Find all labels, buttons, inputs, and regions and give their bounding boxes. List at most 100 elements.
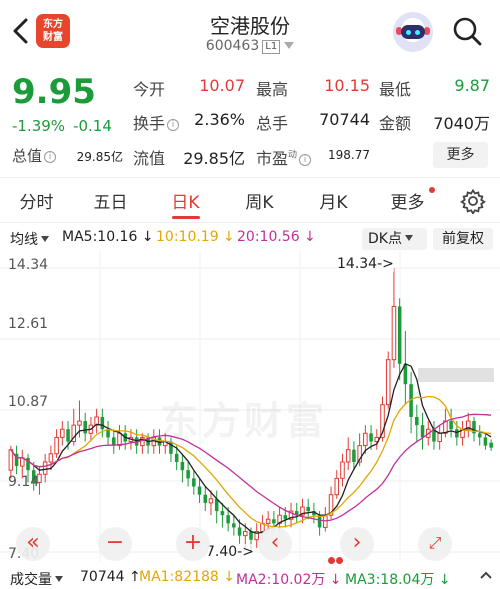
y-tick-4: 9.14: [8, 474, 40, 490]
pe-value: 198.77: [328, 148, 370, 162]
candle: [232, 515, 236, 536]
search-icon[interactable]: [450, 14, 484, 48]
turnover-label-text: 换手: [133, 114, 166, 133]
candle: [323, 506, 328, 532]
notification-dot: [429, 187, 435, 193]
expand-icon[interactable]: [478, 568, 494, 588]
candle: [432, 421, 436, 450]
change-amount: -0.14: [73, 117, 112, 135]
ma10-value: 10:10.19 ↓: [156, 229, 235, 245]
scroll-right-button[interactable]: ›: [340, 527, 374, 561]
candle: [100, 408, 105, 438]
dk-point-selector[interactable]: DK点: [362, 228, 427, 250]
candle: [180, 453, 185, 483]
candle: [94, 408, 99, 434]
price-marker-band: [418, 368, 494, 382]
candle: [465, 412, 471, 438]
candle: [54, 429, 59, 458]
chevron-down-icon: [284, 42, 295, 49]
candle: [345, 437, 351, 471]
tabs-divider: [0, 222, 500, 223]
open-label: 今开: [133, 80, 166, 99]
candle: [60, 421, 65, 446]
info-icon: i: [167, 119, 180, 131]
candle: [460, 421, 465, 446]
candle: [83, 412, 87, 442]
volume-indicator-selector[interactable]: 成交量: [10, 569, 63, 589]
candle: [306, 498, 310, 520]
zoom-in-button[interactable]: +: [176, 527, 210, 561]
ma20-value: 20:10.56 ↓: [237, 229, 316, 245]
dk-point-label: DK点: [368, 231, 402, 247]
indicator-selector-label: 均线: [10, 232, 38, 248]
candle: [385, 351, 391, 409]
candle: [391, 268, 397, 368]
more-quote-button[interactable]: 更多: [433, 142, 488, 168]
top-bar: 东方 财富 空港股份 600463 L1: [0, 0, 500, 64]
open-value: 10.07: [199, 76, 245, 95]
candle: [117, 425, 122, 450]
current-price: 9.95: [12, 72, 96, 112]
active-tab-indicator: [172, 216, 200, 219]
turnover-label[interactable]: 换手 i: [133, 110, 180, 134]
candle: [483, 433, 488, 450]
section-divider: [0, 177, 500, 178]
high-value: 10.15: [324, 76, 370, 95]
float-cap-value: 29.85亿: [183, 149, 245, 168]
fullscreen-icon[interactable]: ⤢: [418, 527, 452, 561]
candle: [437, 425, 442, 450]
adjust-mode-button[interactable]: 前复权: [433, 228, 493, 250]
ma5-value: MA5:10.16 ↓: [62, 229, 154, 245]
candle: [112, 429, 116, 454]
candle: [477, 425, 482, 446]
tab-weekly-k[interactable]: 周K: [237, 188, 282, 214]
scroll-left-button[interactable]: ‹: [258, 527, 292, 561]
robot-eye-right: [415, 30, 420, 35]
low-value: 9.87: [454, 76, 490, 95]
volume-ma3: MA3:18.04万 ↓: [345, 572, 451, 588]
volume-selector-label: 成交量: [10, 572, 52, 588]
candle: [420, 412, 425, 450]
pe-label[interactable]: 市盈动 i: [256, 145, 312, 169]
candle: [42, 453, 48, 483]
market-cap-value: 29.85亿: [76, 150, 123, 164]
candle: [106, 421, 110, 446]
change-percent: -1.39%: [12, 117, 66, 135]
zoom-out-button[interactable]: −: [98, 527, 132, 561]
tab-more[interactable]: 更多: [385, 188, 430, 214]
indicator-selector[interactable]: 均线: [10, 229, 49, 249]
tab-intraday[interactable]: 分时: [14, 188, 59, 214]
market-cap-label[interactable]: 总值 i: [12, 145, 57, 166]
volume-ma1: MA1:82188 ↓: [139, 569, 235, 585]
robot-assistant-icon[interactable]: [393, 12, 433, 52]
tab-five-day[interactable]: 五日: [88, 188, 133, 214]
y-tick-2: 12.61: [8, 316, 49, 332]
scroll-far-left-button[interactable]: «: [16, 527, 50, 561]
tab-daily-k[interactable]: 日K: [163, 188, 208, 214]
volume-legend: 成交量 70744 ↑ MA1:82188 ↓ MA2:10.02万 ↓ MA3…: [0, 566, 500, 589]
candle: [14, 445, 19, 475]
market-cap-label-text: 总值: [12, 147, 43, 165]
volume-value: 70744 ↑: [80, 569, 141, 585]
volume-ma2: MA2:10.02万 ↓: [236, 572, 342, 588]
max-price-annotation: 14.34->: [337, 256, 394, 272]
candle: [449, 408, 453, 438]
watermark: 东方财富: [160, 399, 329, 443]
caret-down-icon: [41, 236, 49, 242]
robot-eye-left: [406, 30, 411, 35]
info-icon: i: [44, 151, 57, 163]
candle: [140, 433, 145, 454]
candle: [403, 331, 408, 405]
volume-label: 总手: [256, 114, 289, 133]
candle: [203, 486, 208, 512]
candle: [409, 371, 413, 434]
gear-icon[interactable]: [460, 188, 486, 214]
caret-down-icon: [55, 576, 63, 582]
robot-face: [401, 25, 425, 39]
amount-label: 金额: [379, 114, 412, 133]
pe-dynamic-marker: 动: [288, 150, 298, 161]
y-tick-max: 14.34: [8, 257, 49, 273]
candle: [340, 453, 345, 487]
pe-label-text: 市盈: [256, 149, 289, 168]
tab-monthly-k[interactable]: 月K: [311, 188, 356, 214]
